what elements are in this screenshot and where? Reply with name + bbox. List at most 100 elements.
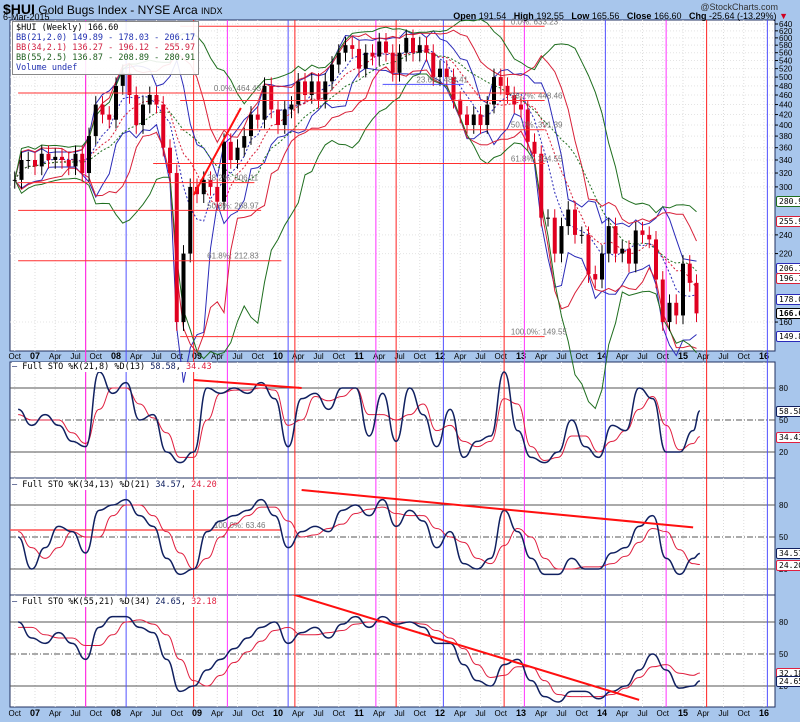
candle-body — [573, 209, 577, 235]
candle-body — [397, 52, 402, 73]
x-tick-label: 11 — [354, 351, 364, 361]
chart-canvas: Oct Oct 07 07 Apr Apr Jul Jul Oct Oct 08 08 Apr Apr Ju… — [9, 17, 800, 718]
candle-body — [647, 234, 652, 240]
y-tick-label: 440 — [779, 101, 793, 110]
candle-body — [600, 253, 604, 280]
sto2-k-value: 34.57 — [155, 480, 181, 490]
x-tick-label: 07 — [30, 351, 40, 361]
candle-body — [33, 159, 37, 167]
candle-body — [363, 52, 368, 69]
x-tick-label: Oct — [576, 709, 589, 718]
x-tick-label: Oct — [90, 352, 103, 361]
candle-body — [114, 85, 118, 120]
ohlc-readout: Open 191.54 High 192.55 Low 165.56 Close… — [448, 11, 788, 21]
index-name: Gold Bugs Index - NYSE Arca — [38, 3, 198, 17]
legend-price: $HUI (Weekly) 166.60 — [16, 23, 119, 33]
candle-body — [370, 52, 375, 57]
candle-body — [147, 95, 152, 105]
candle-body — [390, 52, 395, 73]
candle-body — [87, 136, 91, 174]
candle-body — [336, 52, 341, 65]
x-tick-label: Apr — [616, 709, 629, 718]
candle-body — [134, 95, 139, 126]
candle-body — [53, 156, 58, 160]
x-tick-label: Oct — [333, 709, 346, 718]
open-label: Open — [453, 11, 477, 21]
sto-fib-label: 100.0%: 63.46 — [214, 521, 266, 530]
x-tick-label: Oct — [171, 352, 184, 361]
x-tick-label: Oct — [414, 352, 427, 361]
candle-body — [613, 226, 618, 254]
high-value: 192.55 — [536, 11, 564, 21]
candle-body — [350, 45, 355, 49]
y-tick-label: 300 — [779, 183, 793, 192]
x-tick-label: Oct — [657, 709, 670, 718]
x-tick-label: 08 — [111, 708, 121, 718]
candle-body — [73, 153, 78, 167]
sto-value-tag: 24.20 — [776, 559, 800, 571]
sto1-label: — Full STO %K(21,8) %D(13) 58.58, 34.43 — [12, 362, 212, 372]
y-tick-label: 240 — [779, 231, 793, 240]
price-legend: $HUI (Weekly) 166.60 BB(21,2.0) 149.89 -… — [12, 21, 200, 75]
x-tick-label: Jul — [475, 352, 485, 361]
candle-body — [505, 85, 510, 96]
sto3-k-value: 24.65 — [155, 597, 181, 607]
x-tick-label: Jul — [637, 352, 647, 361]
chg-label: Chg — [689, 11, 707, 21]
sto-value-tag: 34.57 — [776, 548, 800, 560]
fib-level-label: 61.8%: 212.83 — [207, 252, 259, 261]
x-tick-label: 10 — [273, 708, 283, 718]
x-tick-label: Apr — [292, 709, 305, 718]
x-tick-label: Jul — [232, 709, 242, 718]
candle-body — [276, 109, 280, 126]
x-tick-label: Apr — [211, 709, 224, 718]
candle-body — [127, 72, 132, 96]
y-tick-label: 340 — [779, 156, 793, 165]
x-tick-label: 14 — [597, 708, 607, 718]
candle-body — [222, 141, 226, 202]
candle-body — [242, 136, 247, 148]
y-tick-label: 220 — [779, 250, 793, 259]
candle-body — [228, 141, 233, 160]
x-tick-label: Apr — [49, 352, 62, 361]
price-candle — [222, 133, 226, 211]
y-tick-label: 480 — [779, 82, 793, 91]
x-tick-label: Jul — [637, 709, 647, 718]
candle-body — [627, 248, 631, 264]
candle-body — [188, 186, 193, 254]
candle-body — [93, 104, 98, 137]
candle-body — [687, 263, 692, 283]
candle-body — [431, 52, 436, 78]
candle-body — [181, 253, 186, 323]
sto3-label: — Full STO %K(55,21) %D(34) 24.65, 32.18 — [12, 597, 217, 607]
price-value-tag: 255.97 — [776, 216, 800, 228]
candle-body — [478, 114, 483, 126]
fib-level-label: 50.0%: 391.39 — [511, 121, 563, 130]
candle-body — [471, 114, 476, 126]
sto1-k-value: 58.58 — [150, 362, 176, 372]
legend-bb1: BB(21,2.0) 149.89 - 178.03 - 206.17 — [16, 33, 196, 43]
sto-value-tag: 58.58 — [776, 405, 800, 417]
candle-body — [498, 77, 503, 86]
candle-body — [458, 99, 463, 115]
candle-body — [235, 147, 240, 160]
sto3-name: Full STO %K(55,21) %D(34) — [22, 597, 151, 607]
x-tick-label: Jul — [151, 352, 161, 361]
low-value: 165.56 — [591, 11, 620, 21]
candle-body — [141, 104, 145, 126]
x-tick-label: Apr — [292, 352, 305, 361]
candle-body — [640, 230, 645, 235]
y-tick-label: 460 — [779, 91, 793, 100]
candle-body — [323, 81, 328, 100]
sto-tick-label: 80 — [779, 384, 788, 393]
x-tick-label: Jul — [70, 709, 80, 718]
x-tick-label: Jul — [718, 352, 728, 361]
candle-body — [606, 226, 611, 254]
x-tick-label: Jul — [394, 709, 404, 718]
candle-body — [660, 279, 665, 323]
candle-body — [60, 156, 64, 160]
candle-body — [532, 141, 537, 154]
candle-body — [579, 234, 584, 236]
candle-body — [519, 104, 523, 110]
x-tick-label: 16 — [759, 708, 769, 718]
